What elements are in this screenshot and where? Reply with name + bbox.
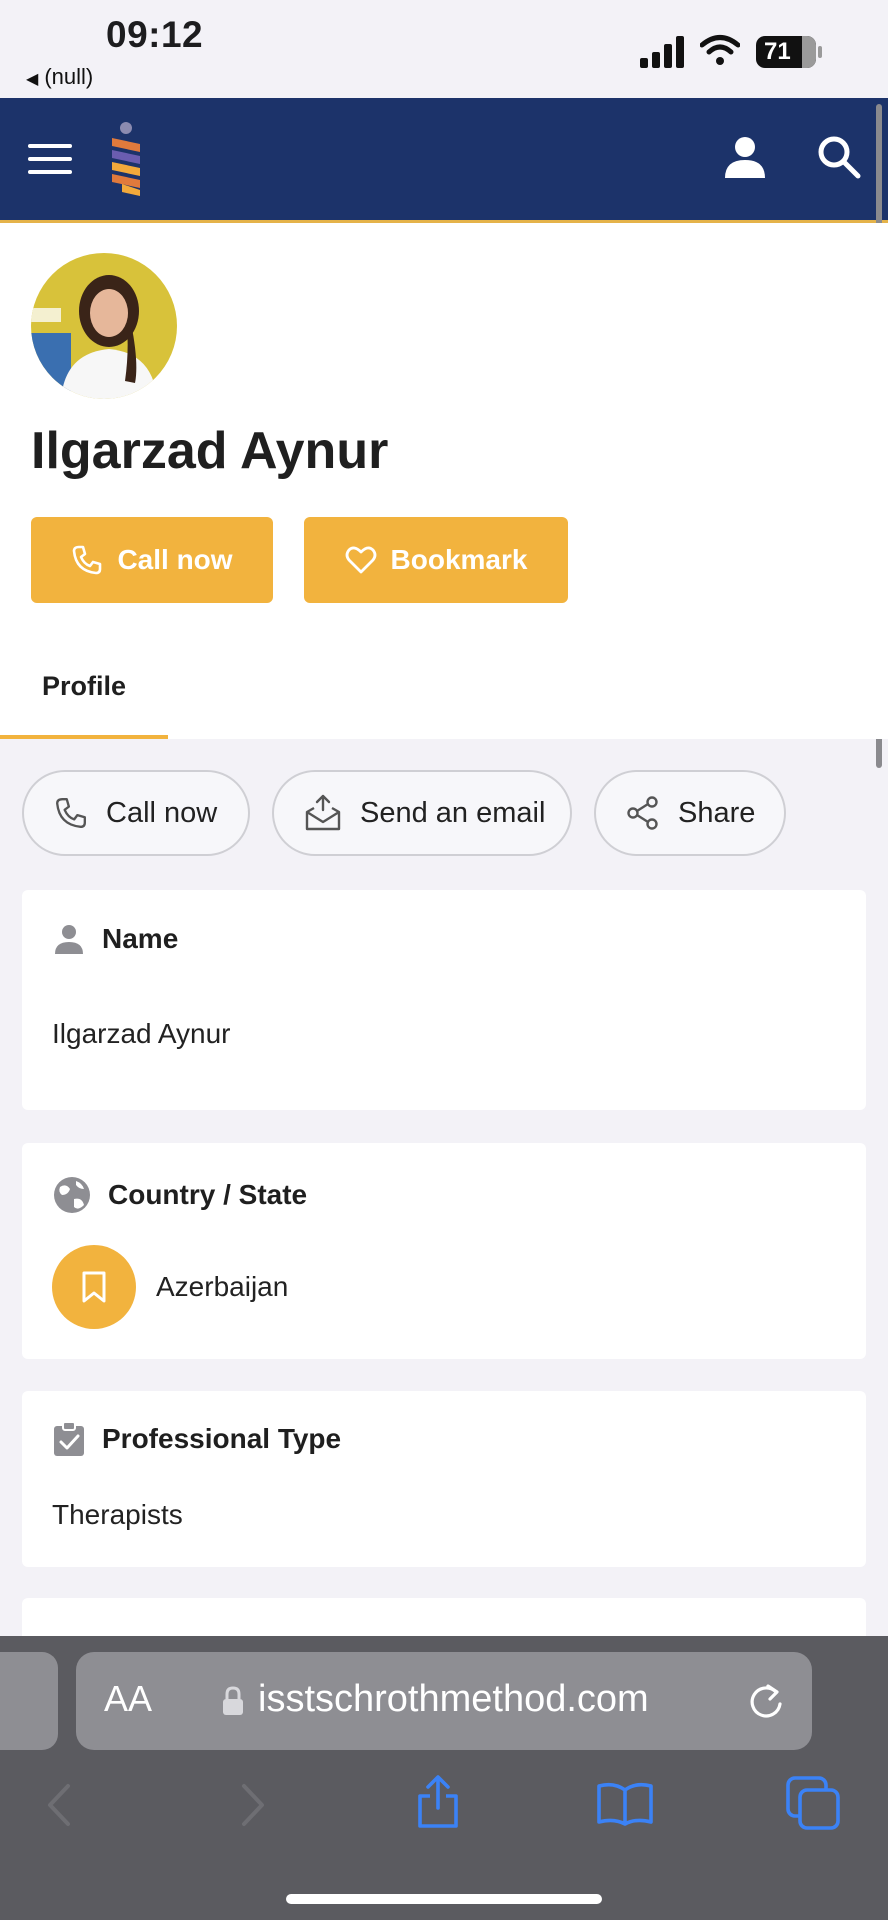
globe-icon <box>54 1177 90 1213</box>
mail-upload-icon <box>305 794 341 831</box>
reload-icon[interactable] <box>746 1682 786 1722</box>
send-email-label: Send an email <box>360 796 546 829</box>
back-app-label: (null) <box>44 64 94 89</box>
professional-type-heading: Professional Type <box>52 1421 341 1457</box>
avatar <box>31 253 177 399</box>
call-now-label: Call now <box>117 544 233 575</box>
name-card-value: Ilgarzad Aynur <box>52 1018 231 1049</box>
previous-tab-peek[interactable] <box>0 1652 58 1750</box>
cellular-signal-icon <box>640 36 684 68</box>
browser-toolbar: AA isstschrothmethod.com <box>0 1636 888 1920</box>
name-card-heading: Name <box>52 922 178 956</box>
battery-level: 71 <box>764 38 791 65</box>
call-now-button[interactable]: Call now <box>31 517 273 603</box>
bookmark-badge <box>52 1245 136 1329</box>
status-bar: 09:12 ◀ (null) 71 <box>0 0 888 98</box>
bookmark-icon <box>82 1271 106 1303</box>
menu-icon[interactable] <box>28 144 72 176</box>
phone-icon <box>56 798 86 828</box>
country-card-value: Azerbaijan <box>156 1271 289 1302</box>
call-now-pill[interactable]: Call now <box>22 770 250 856</box>
tab-active-indicator <box>0 735 168 739</box>
professional-type-label: Professional Type <box>102 1423 342 1454</box>
bookmark-button[interactable]: Bookmark <box>304 517 568 603</box>
lock-icon <box>223 1686 243 1715</box>
home-indicator[interactable] <box>286 1894 602 1904</box>
professional-type-card: Professional Type Therapists <box>22 1391 866 1567</box>
browser-share-icon[interactable] <box>414 1774 462 1830</box>
name-card-label: Name <box>102 923 179 954</box>
clipboard-check-icon <box>54 1421 84 1456</box>
status-time: 09:12 <box>106 14 204 55</box>
share-pill[interactable]: Share <box>594 770 786 856</box>
logo[interactable] <box>104 122 150 196</box>
bookmark-label: Bookmark <box>390 544 528 575</box>
profile-name: Ilgarzad Aynur <box>31 422 389 480</box>
wifi-icon <box>700 35 740 65</box>
url-text: isstschrothmethod.com <box>258 1678 649 1720</box>
reader-settings-button[interactable]: AA <box>104 1678 152 1720</box>
country-card-heading: Country / State <box>52 1175 307 1215</box>
professional-type-value: Therapists <box>52 1499 183 1530</box>
call-now-pill-label: Call now <box>106 796 218 829</box>
forward-arrow-icon[interactable] <box>238 1782 268 1828</box>
search-icon[interactable] <box>816 134 862 180</box>
heart-icon <box>345 546 376 574</box>
phone-icon <box>73 545 102 575</box>
share-icon <box>627 796 658 830</box>
back-arrow-icon[interactable] <box>44 1782 74 1828</box>
send-email-pill[interactable]: Send an email <box>272 770 572 856</box>
bookmarks-book-icon[interactable] <box>596 1782 654 1826</box>
address-bar[interactable]: AA isstschrothmethod.com <box>76 1652 812 1750</box>
site-header <box>0 98 888 223</box>
country-card-label: Country / State <box>108 1179 308 1210</box>
country-card: Country / State Azerbaijan <box>22 1143 866 1359</box>
battery-icon: 71 <box>756 36 816 68</box>
name-card: Name Ilgarzad Aynur <box>22 890 866 1110</box>
tab-profile[interactable]: Profile <box>0 651 168 739</box>
tabs-overview-icon[interactable] <box>786 1776 840 1830</box>
profile-header: Ilgarzad Aynur Call now Bookmark Profile <box>0 223 888 739</box>
user-icon[interactable] <box>722 134 768 180</box>
share-label: Share <box>678 796 756 829</box>
back-to-app-link[interactable]: ◀ (null) <box>26 64 93 90</box>
person-icon <box>55 925 83 954</box>
back-triangle-icon: ◀ <box>26 71 39 88</box>
tab-profile-label: Profile <box>42 671 127 701</box>
